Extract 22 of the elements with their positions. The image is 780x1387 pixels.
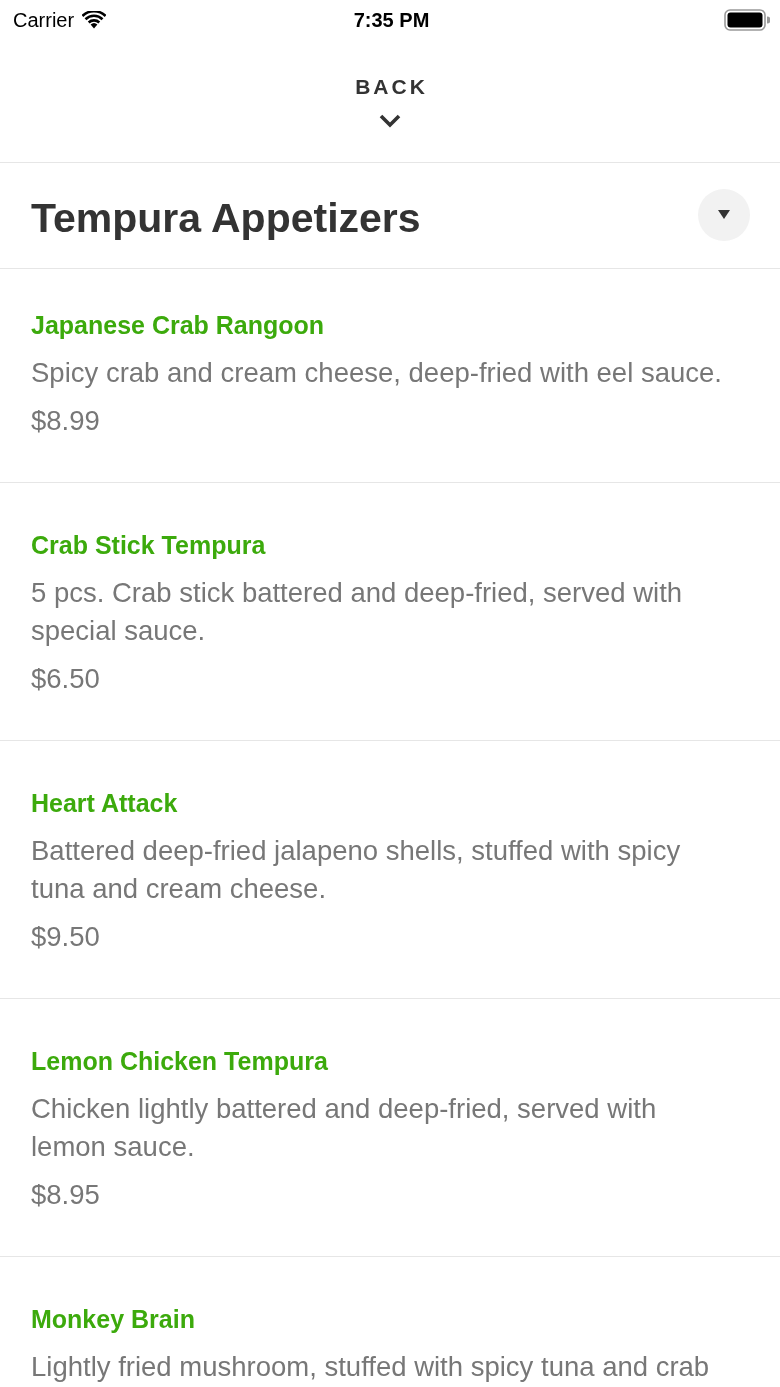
carrier-name: Carrier	[13, 8, 75, 32]
item-price: $8.95	[31, 1178, 101, 1212]
item-price: $9.50	[31, 920, 101, 954]
battery-icon	[724, 9, 770, 31]
item-description: 5 pcs. Crab stick battered and deep-fried, served with special sauce.	[31, 576, 684, 648]
item-description: Chicken lightly battered and deep-fried, served with lemon sauce.	[31, 1092, 658, 1164]
back-button[interactable]: BACK	[352, 74, 428, 128]
item-price: $6.50	[31, 662, 101, 696]
item-description: Lightly fried mushroom, stuffed with spicy tuna and crab	[31, 1350, 711, 1384]
item-name: Heart Attack	[31, 788, 179, 819]
item-name: Japanese Crab Rangoon	[31, 310, 326, 341]
status-time: 7:35 PM	[353, 8, 430, 32]
wifi-icon	[82, 11, 107, 29]
caret-down-icon	[718, 210, 730, 219]
category-title: Tempura Appetizers	[31, 193, 421, 243]
item-name: Lemon Chicken Tempura	[31, 1046, 329, 1077]
item-description: Battered deep-fried jalapeno shells, stuffed with spicy tuna and cream cheese.	[31, 834, 682, 906]
item-name: Monkey Brain	[31, 1304, 196, 1335]
item-price: $8.99	[31, 404, 101, 438]
chevron-down-icon	[379, 114, 401, 128]
item-name: Crab Stick Tempura	[31, 530, 267, 561]
item-description: Spicy crab and cream cheese, deep-fried with eel sauce.	[31, 356, 723, 390]
